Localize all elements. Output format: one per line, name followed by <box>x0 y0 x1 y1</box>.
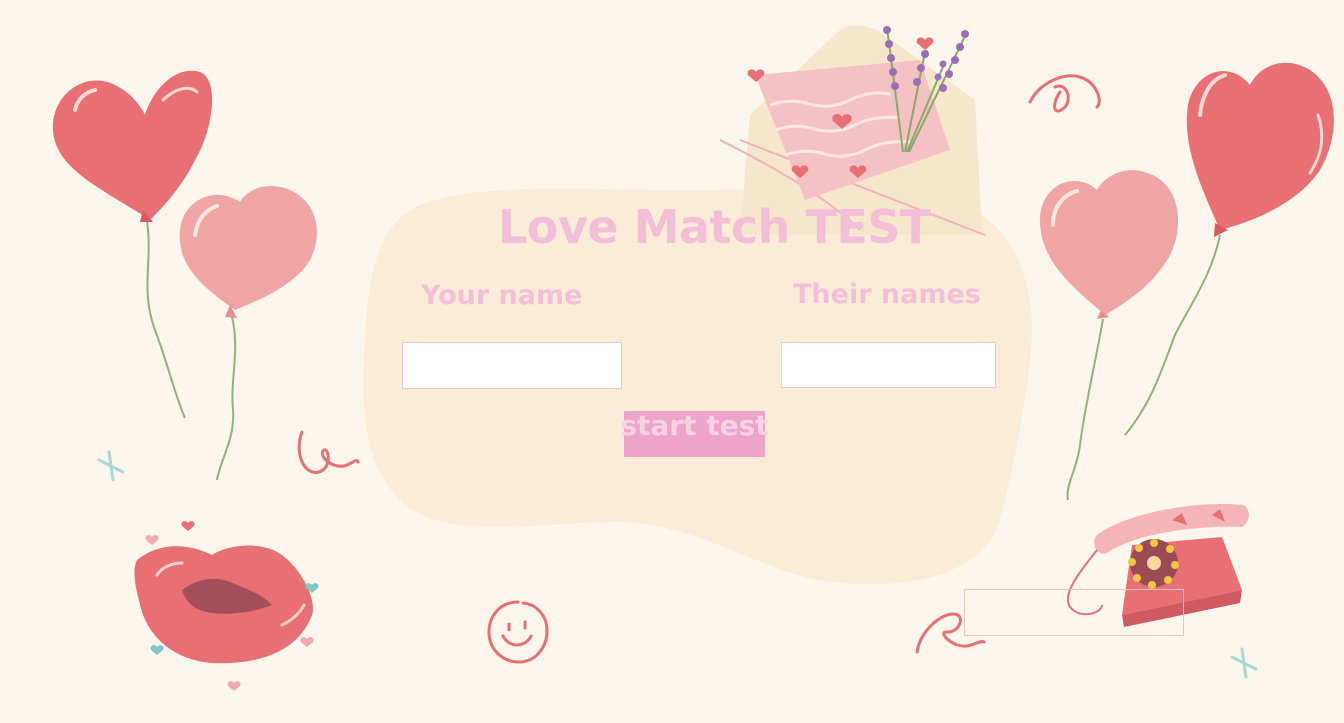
sparkle-cross-icon <box>1230 647 1258 679</box>
your-name-label: Your name <box>421 280 583 311</box>
squiggle-icon <box>297 430 360 474</box>
page-title: Love Match TEST <box>498 200 931 254</box>
squiggle-icon <box>1028 74 1101 113</box>
start-test-button-label: start test <box>620 409 769 442</box>
sparkle-cross-icon <box>97 450 125 482</box>
start-test-button[interactable]: start test <box>620 409 769 457</box>
lips-icon <box>134 521 319 691</box>
their-names-input[interactable] <box>781 342 996 388</box>
their-names-label: Their names <box>793 279 981 310</box>
smiley-icon <box>487 600 549 664</box>
heart-balloon-icon <box>1040 170 1179 501</box>
result-output <box>964 589 1184 636</box>
heart-balloon-icon <box>1124 62 1334 436</box>
your-name-input[interactable] <box>402 342 622 389</box>
lavender-icon <box>883 26 969 153</box>
